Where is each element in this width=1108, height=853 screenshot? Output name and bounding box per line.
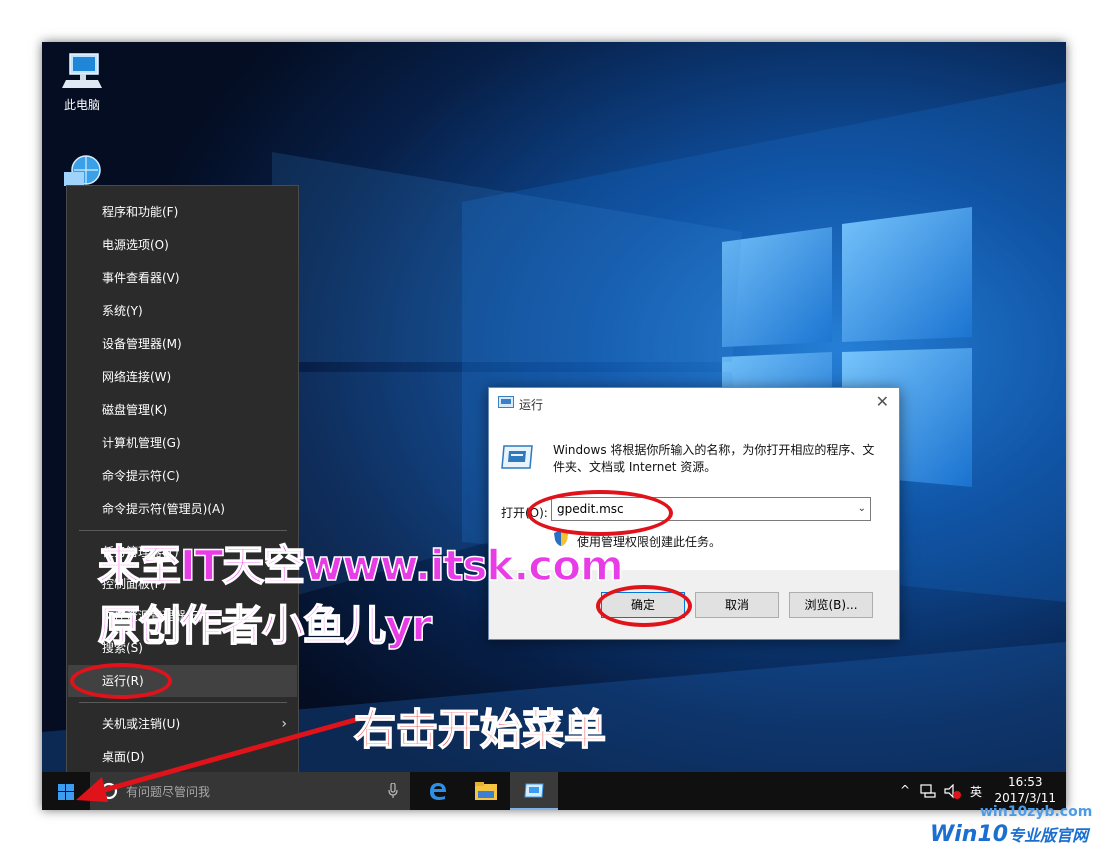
brand-main: Win10: [930, 822, 1009, 847]
brand-logo: Win10专业版官网: [930, 822, 1088, 847]
watermark-line-2: 原创作者小鱼儿yr: [97, 600, 433, 651]
watermark-line-1: 来至IT天空www.itsk.com: [97, 540, 624, 591]
brand-sub: 专业版官网: [1008, 826, 1089, 845]
desktop-screen: 此电脑 程序和功能(F) 电源选项(O) 事件查看器(V) 系统(Y) 设备管理…: [42, 42, 1066, 810]
hint-right-click-start: 右击开始菜单: [353, 704, 607, 755]
annotation-arrow: [76, 715, 363, 802]
site-watermark: win10zyb.com: [980, 804, 1093, 820]
